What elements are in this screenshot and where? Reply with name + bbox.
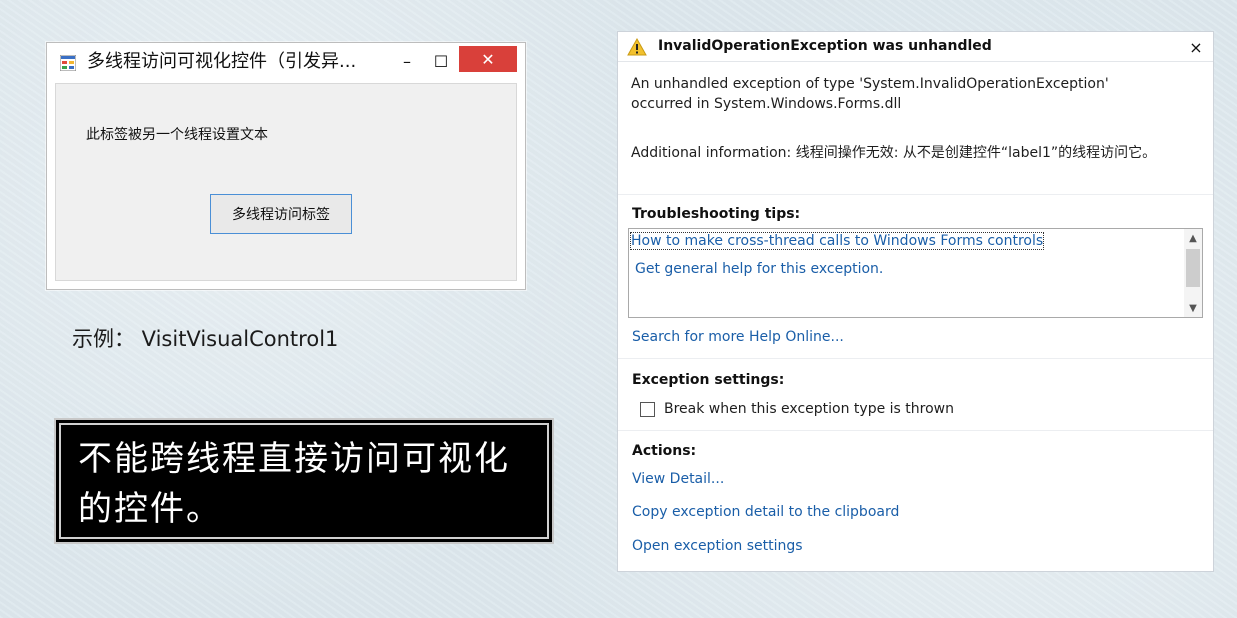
troubleshooting-heading: Troubleshooting tips: bbox=[632, 206, 801, 222]
exception-title: InvalidOperationException was unhandled bbox=[658, 38, 992, 54]
access-label-button[interactable]: 多线程访问标签 bbox=[210, 194, 352, 234]
tip-link-general-help[interactable]: Get general help for this exception. bbox=[635, 261, 883, 277]
divider bbox=[618, 358, 1213, 359]
close-icon[interactable]: × bbox=[1185, 36, 1207, 58]
label1: 此标签被另一个线程设置文本 bbox=[86, 127, 268, 143]
view-detail-link[interactable]: View Detail... bbox=[632, 471, 724, 487]
troubleshooting-tips-list[interactable]: How to make cross-thread calls to Window… bbox=[628, 228, 1203, 318]
break-when-thrown-label[interactable]: Break when this exception type is thrown bbox=[664, 401, 954, 417]
search-help-online-link[interactable]: Search for more Help Online... bbox=[632, 329, 844, 345]
scroll-thumb[interactable] bbox=[1186, 249, 1200, 287]
window-title: 多线程访问可视化控件（引发异... bbox=[87, 51, 357, 72]
scroll-up-icon[interactable]: ▲ bbox=[1184, 229, 1202, 247]
divider bbox=[618, 430, 1213, 431]
description-line-1: An unhandled exception of type 'System.I… bbox=[631, 76, 1109, 92]
winforms-window: 多线程访问可视化控件（引发异... – ☐ ✕ 此标签被另一个线程设置文本 多线… bbox=[46, 42, 526, 290]
warning-icon bbox=[627, 38, 647, 56]
example-caption: 示例： VisitVisualControl1 bbox=[72, 327, 339, 351]
window-client-area: 此标签被另一个线程设置文本 多线程访问标签 bbox=[55, 83, 517, 281]
note-text: 不能跨线程直接访问可视化的控件。 bbox=[78, 439, 510, 529]
maximize-button[interactable]: ☐ bbox=[424, 47, 458, 75]
exception-settings-heading: Exception settings: bbox=[632, 372, 785, 388]
exception-header: InvalidOperationException was unhandled … bbox=[618, 32, 1213, 62]
close-icon: ✕ bbox=[481, 49, 495, 69]
minimize-icon: – bbox=[403, 51, 411, 71]
open-exception-settings-link[interactable]: Open exception settings bbox=[632, 538, 803, 554]
exception-description: An unhandled exception of type 'System.I… bbox=[631, 74, 1191, 114]
divider bbox=[618, 194, 1213, 195]
tips-scrollbar[interactable]: ▲ ▼ bbox=[1184, 229, 1202, 317]
copy-exception-detail-link[interactable]: Copy exception detail to the clipboard bbox=[632, 504, 899, 520]
window-titlebar[interactable]: 多线程访问可视化控件（引发异... – ☐ ✕ bbox=[47, 43, 525, 81]
break-when-thrown-checkbox[interactable] bbox=[640, 402, 655, 417]
exception-assistant: InvalidOperationException was unhandled … bbox=[617, 31, 1214, 572]
actions-heading: Actions: bbox=[632, 443, 697, 459]
scroll-down-icon[interactable]: ▼ bbox=[1184, 299, 1202, 317]
additional-information: Additional information: 线程间操作无效: 从不是创建控件… bbox=[631, 145, 1157, 161]
minimize-button[interactable]: – bbox=[390, 47, 424, 75]
maximize-icon: ☐ bbox=[433, 51, 449, 71]
note-box: 不能跨线程直接访问可视化的控件。 bbox=[54, 418, 554, 544]
tip-link-cross-thread[interactable]: How to make cross-thread calls to Window… bbox=[629, 232, 1045, 250]
description-line-2: occurred in System.Windows.Forms.dll bbox=[631, 96, 902, 112]
form-app-icon bbox=[60, 55, 76, 71]
close-button[interactable]: ✕ bbox=[459, 46, 517, 72]
